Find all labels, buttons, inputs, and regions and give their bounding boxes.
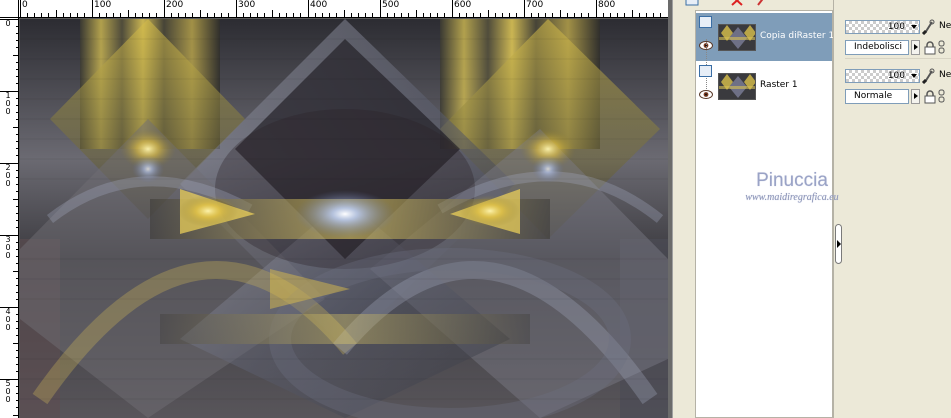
layer-props-row: 100 Ne Indebolisci — [845, 10, 951, 59]
brush-icon[interactable] — [755, 0, 769, 6]
vertical-ruler[interactable]: 0 100 200 300 400 500 — [0, 18, 19, 418]
blend-mode-arrow-button[interactable] — [911, 89, 920, 104]
ruler-ticks — [0, 19, 19, 416]
layer-thumbnail — [718, 73, 756, 100]
image-canvas[interactable] — [20, 19, 668, 418]
ruler-corner — [0, 0, 19, 18]
layer-row[interactable]: Raster 1 — [696, 62, 832, 110]
layers-palette: Copia diRaster 1 Raster 1 100 Ne Indebol… — [672, 0, 951, 418]
lock-icon[interactable] — [923, 90, 937, 104]
mask-label: Ne — [939, 21, 951, 31]
canvas-area[interactable]: 0 100 200 300 400 500 600 700 800 0 100 … — [0, 0, 672, 418]
lock-icon[interactable] — [923, 41, 937, 55]
layer-name[interactable]: Copia diRaster 1 — [760, 31, 834, 41]
chevron-down-icon[interactable] — [911, 74, 917, 78]
brush-mask-icon[interactable] — [921, 19, 935, 35]
watermark-url: www.maidiregrafica.eu — [745, 192, 839, 203]
chevron-down-icon[interactable] — [911, 25, 917, 29]
raster-layer-icon — [699, 65, 712, 77]
arrow-right-icon — [914, 93, 918, 99]
panel-splitter[interactable] — [833, 0, 843, 418]
link-icon[interactable] — [937, 89, 947, 103]
raster-layer-icon — [699, 16, 712, 28]
opacity-slider[interactable]: 100 — [845, 69, 920, 83]
layer-props-row: 100 Ne Normale — [845, 59, 951, 107]
watermark: Pinuccia www.maidiregrafica.eu — [722, 170, 862, 204]
delete-icon[interactable] — [730, 0, 744, 6]
layer-thumbnail — [718, 24, 756, 51]
link-icon[interactable] — [937, 40, 947, 54]
watermark-title: Pinuccia — [756, 170, 828, 191]
opacity-slider[interactable]: 100 — [845, 20, 920, 34]
blend-mode-arrow-button[interactable] — [911, 40, 920, 55]
arrow-right-icon — [837, 240, 841, 248]
mask-label: Ne — [939, 70, 951, 80]
layer-name[interactable]: Raster 1 — [760, 80, 798, 90]
blend-mode-select[interactable]: Indebolisci — [845, 40, 909, 55]
layer-row[interactable]: Copia diRaster 1 — [696, 13, 834, 61]
brush-mask-icon[interactable] — [921, 68, 935, 84]
blend-mode-select[interactable]: Normale — [845, 89, 909, 104]
ruler-ticks — [20, 0, 669, 18]
arrow-right-icon — [914, 44, 918, 50]
new-layer-icon[interactable] — [685, 0, 699, 6]
horizontal-ruler[interactable]: 0 100 200 300 400 500 600 700 800 — [0, 0, 672, 18]
layers-list: Copia diRaster 1 Raster 1 — [695, 10, 834, 418]
layer-properties: 100 Ne Indebolisci 100 Ne Normale — [845, 0, 951, 418]
collapse-arrow-button[interactable] — [835, 224, 842, 264]
visibility-eye-icon[interactable] — [699, 90, 713, 99]
